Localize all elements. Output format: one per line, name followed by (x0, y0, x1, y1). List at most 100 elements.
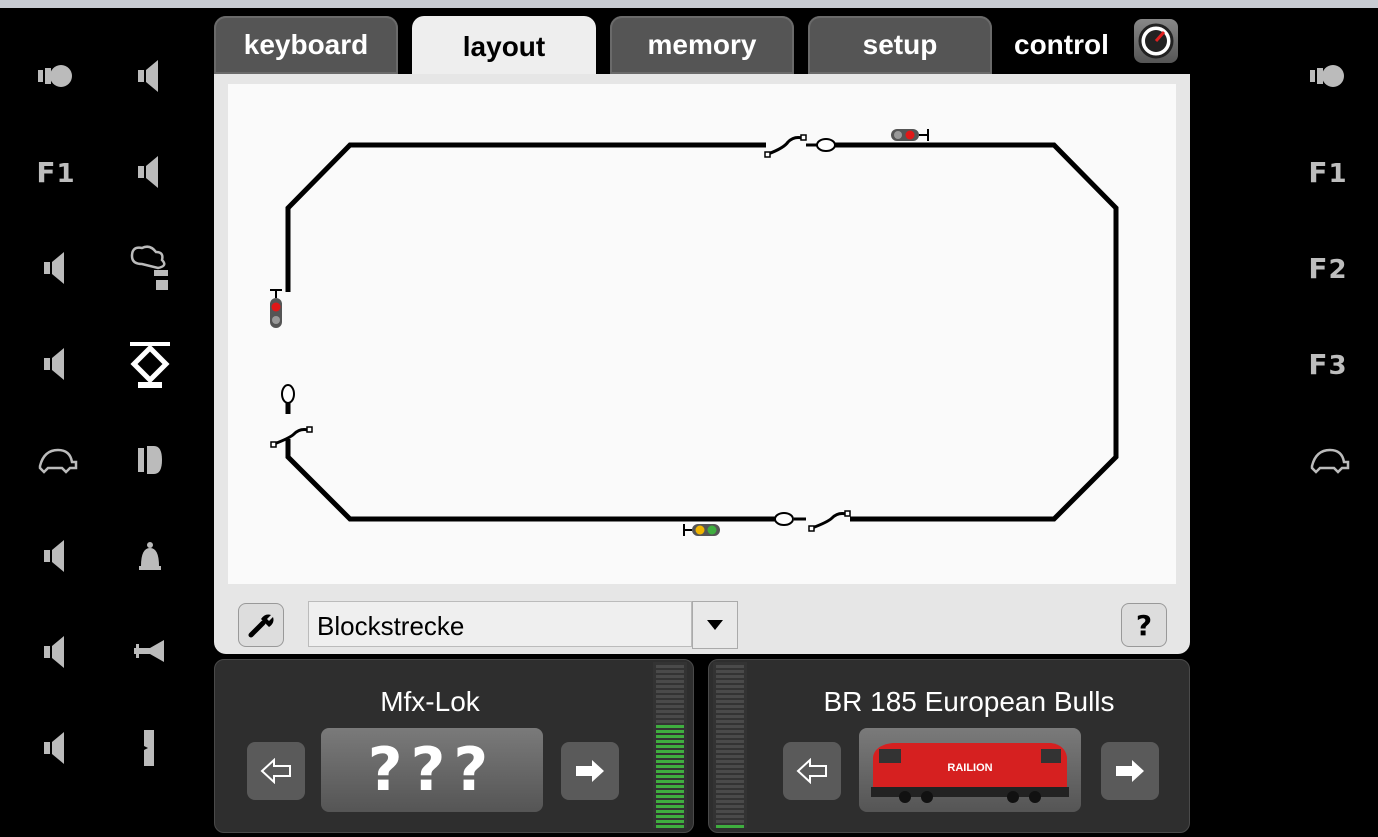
svg-text:RAILION: RAILION (947, 762, 992, 774)
function-cab-light-button[interactable] (120, 430, 180, 490)
f1-icon: F1 (1308, 155, 1348, 189)
speed-meter-segment (716, 730, 744, 733)
loco-image-button[interactable]: RAILION (859, 728, 1081, 812)
signal-left-red[interactable] (270, 289, 282, 328)
cab-light-icon (138, 446, 162, 474)
sound-icon (44, 348, 64, 380)
function-sound-button[interactable] (120, 46, 180, 106)
tab-memory[interactable]: memory (610, 16, 794, 74)
loco-panel-right: BR 185 European Bulls RAILION (708, 659, 1190, 833)
speed-meter-segment (716, 805, 744, 808)
speed-meter-segment (716, 695, 744, 698)
speed-meter-segment (656, 765, 684, 768)
speed-meter-segment (656, 805, 684, 808)
decoupler-bottom[interactable] (794, 510, 851, 532)
track-contact-bottom[interactable] (774, 512, 794, 526)
function-door-button[interactable] (120, 718, 180, 778)
control-label: control (1014, 29, 1109, 60)
function-horn-button[interactable] (120, 622, 180, 682)
function-turtle-button[interactable] (1298, 430, 1358, 490)
function-turtle-button[interactable] (26, 430, 86, 490)
speed-meter-segment (656, 690, 684, 693)
layout-dropdown-button[interactable] (692, 601, 738, 649)
sound-icon (44, 252, 64, 284)
loco-image-button[interactable]: ??? (321, 728, 543, 812)
speed-meter-right (713, 662, 747, 828)
bell-icon (139, 542, 161, 570)
headlight-icon (38, 65, 72, 87)
edit-layout-button[interactable] (238, 603, 284, 647)
next-loco-button[interactable] (1101, 742, 1159, 800)
function-f1-button[interactable]: F1 (1298, 142, 1358, 202)
function-sound-button[interactable] (26, 238, 86, 298)
speed-meter-segment (716, 700, 744, 703)
speed-meter-segment (656, 820, 684, 823)
speed-meter-segment (656, 775, 684, 778)
speed-meter-segment (716, 705, 744, 708)
function-sound-button[interactable] (120, 142, 180, 202)
speed-meter-segment (716, 675, 744, 678)
f2-icon: F2 (1308, 251, 1348, 285)
layout-select[interactable]: Blockstrecke (308, 601, 692, 647)
tab-setup[interactable]: setup (808, 16, 992, 74)
loco-name: BR 185 European Bulls (823, 686, 1115, 717)
function-sound-button[interactable] (26, 334, 86, 394)
tab-control[interactable]: control (1000, 16, 1190, 74)
function-sound-button[interactable] (26, 526, 86, 586)
headlight-icon (1310, 65, 1344, 87)
speed-meter-segment (716, 795, 744, 798)
previous-loco-button[interactable] (783, 742, 841, 800)
next-loco-button[interactable] (561, 742, 619, 800)
sound-icon (44, 732, 64, 764)
decoupler-left[interactable] (270, 426, 313, 448)
speed-meter-segment (716, 810, 744, 813)
speed-meter-segment (716, 740, 744, 743)
previous-loco-button[interactable] (247, 742, 305, 800)
speed-meter-segment (656, 715, 684, 718)
function-sound-button[interactable] (26, 718, 86, 778)
arrow-right-icon (1116, 760, 1144, 782)
app-window: F1 F1 F2 F3 keyboard layout memory setup… (0, 0, 1378, 837)
turtle-icon (38, 448, 78, 474)
function-f1-button[interactable]: F1 (26, 142, 86, 202)
speed-meter-segment (716, 720, 744, 723)
loco-name: Mfx-Lok (380, 686, 480, 717)
function-headlight-button[interactable] (26, 46, 86, 106)
loco-panel-left: Mfx-Lok ??? (214, 659, 694, 833)
function-smoke-button[interactable] (120, 238, 180, 298)
tab-keyboard[interactable]: keyboard (214, 16, 398, 74)
help-button[interactable]: ? (1121, 603, 1167, 647)
track-contact-left[interactable] (281, 384, 295, 404)
speed-meter-left (653, 662, 687, 828)
sound-icon (138, 156, 158, 188)
speedometer-icon[interactable] (1134, 19, 1178, 63)
tab-layout[interactable]: layout (412, 16, 596, 78)
function-f2-button[interactable]: F2 (1298, 238, 1358, 298)
track-loop (285, 142, 1119, 522)
speed-meter-segment (716, 825, 744, 828)
speed-meter-segment (656, 725, 684, 728)
speed-meter-segment (716, 690, 744, 693)
speed-meter-segment (716, 715, 744, 718)
sound-icon (138, 60, 158, 92)
speed-meter-segment (716, 800, 744, 803)
function-pantograph-button[interactable] (120, 334, 180, 394)
speed-meter-segment (656, 760, 684, 763)
speed-meter-segment (656, 815, 684, 818)
signal-bottom-green[interactable] (683, 524, 720, 536)
sound-icon (44, 636, 64, 668)
speed-meter-segment (716, 760, 744, 763)
function-f3-button[interactable]: F3 (1298, 334, 1358, 394)
track-contact-top[interactable] (816, 138, 836, 152)
speed-meter-segment (716, 710, 744, 713)
speed-meter-segment (716, 755, 744, 758)
function-sound-button[interactable] (26, 622, 86, 682)
function-headlight-button[interactable] (1298, 46, 1358, 106)
speed-meter-segment (716, 765, 744, 768)
signal-top-red[interactable] (891, 129, 929, 141)
speed-meter-segment (716, 745, 744, 748)
decoupler-top[interactable] (764, 134, 818, 158)
speed-meter-segment (656, 680, 684, 683)
speed-meter-segment (656, 750, 684, 753)
function-bell-button[interactable] (120, 526, 180, 586)
